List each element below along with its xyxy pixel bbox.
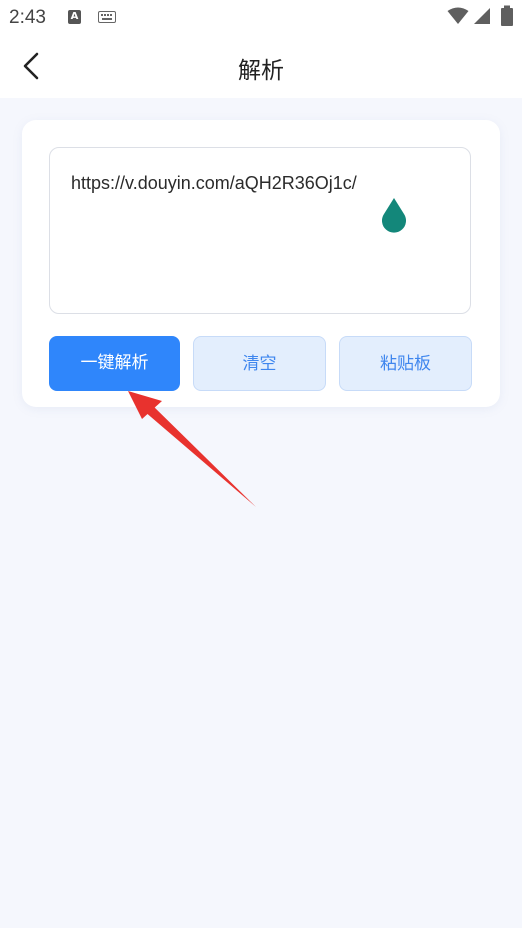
keyboard-icon	[98, 11, 116, 23]
text-cursor-handle-icon[interactable]	[378, 196, 410, 234]
wifi-icon	[447, 7, 469, 24]
battery-icon	[501, 5, 513, 26]
paste-button[interactable]: 粘贴板	[339, 336, 472, 391]
page-title: 解析	[238, 58, 284, 84]
parse-button[interactable]: 一键解析	[49, 336, 180, 391]
annotation-arrow-icon	[128, 391, 256, 507]
clear-button[interactable]: 清空	[193, 336, 326, 391]
notification-app-icon: A	[68, 10, 81, 24]
status-time: 2:43	[9, 7, 46, 28]
nav-bar: 解析	[0, 36, 522, 98]
screen: 2:43 A 解析 https://v.douyin.com/aQH2R36Oj…	[0, 0, 522, 928]
parse-card: https://v.douyin.com/aQH2R36Oj1c/ 一键解析 清…	[22, 120, 500, 407]
url-input-value: https://v.douyin.com/aQH2R36Oj1c/	[71, 173, 357, 193]
signal-icon	[474, 8, 490, 24]
action-buttons: 一键解析 清空 粘贴板	[49, 336, 473, 392]
url-input[interactable]: https://v.douyin.com/aQH2R36Oj1c/	[49, 147, 471, 314]
status-bar: 2:43 A	[0, 0, 522, 36]
